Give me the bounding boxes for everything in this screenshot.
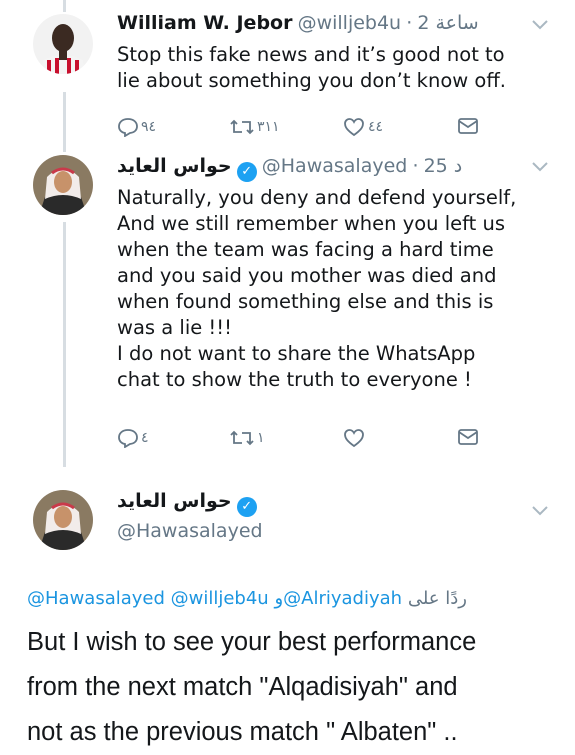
reply-button[interactable]: ٩٤: [117, 117, 156, 137]
thread-line: [63, 92, 66, 152]
thread-line: [63, 222, 66, 467]
separator-dot: ·: [412, 155, 419, 177]
verified-icon: ✓: [236, 497, 257, 517]
tweet-actions: ٩٤ ٣١١ ٤٤: [117, 117, 557, 143]
reply-icon: [118, 118, 138, 137]
retweet-icon: [230, 119, 254, 135]
like-button[interactable]: [343, 428, 365, 448]
timestamp[interactable]: 25 د: [424, 155, 463, 177]
reply-button[interactable]: ٤: [117, 428, 149, 448]
avatar[interactable]: [33, 155, 93, 215]
dm-button[interactable]: [457, 428, 479, 446]
author-handle[interactable]: @willjeb4u: [298, 12, 402, 34]
retweet-button[interactable]: ٣١١: [229, 117, 280, 137]
reply-prefix: ردًا على: [407, 588, 467, 609]
reply-count: ٤: [141, 430, 149, 446]
author-name[interactable]: حواس العايد: [117, 490, 232, 512]
dm-button[interactable]: [457, 117, 479, 135]
separator-dot: ·: [406, 12, 413, 34]
author-name[interactable]: William W. Jebor: [117, 12, 292, 34]
like-count: ٤٤: [368, 119, 384, 135]
tweet-text: Naturally, you deny and defend yourself,…: [117, 186, 517, 391]
like-icon: [344, 429, 364, 448]
thread-line: [63, 0, 66, 12]
like-button[interactable]: ٤٤: [343, 117, 383, 137]
retweet-count: ٣١١: [257, 119, 280, 135]
retweet-count: ١: [257, 430, 265, 446]
reply-to-handles[interactable]: @Hawasalayed @willjeb4u و@Alriyadiyah: [27, 588, 402, 609]
tweet-text: Stop this fake news and it’s good not to…: [117, 43, 506, 92]
dm-icon: [458, 118, 478, 134]
dm-icon: [458, 429, 478, 445]
reply-count: ٩٤: [141, 119, 157, 135]
author-name[interactable]: حواس العايد: [117, 155, 232, 177]
reply-icon: [118, 429, 138, 448]
verified-icon: ✓: [236, 162, 257, 182]
tweet-text: But I wish to see your best performance …: [27, 628, 477, 746]
tweet-actions: ٤ ١: [117, 428, 557, 454]
chevron-down-icon[interactable]: [532, 14, 548, 35]
reply-context: @Hawasalayed @willjeb4u و@Alriyadiyah رد…: [27, 588, 557, 609]
avatar[interactable]: [33, 14, 93, 74]
chevron-down-icon[interactable]: [532, 500, 548, 521]
like-icon: [344, 118, 364, 137]
avatar[interactable]: [33, 490, 93, 550]
author-handle[interactable]: @Hawasalayed: [262, 155, 408, 177]
timestamp[interactable]: 2 ساعة: [417, 12, 478, 34]
chevron-down-icon[interactable]: [532, 156, 548, 177]
author-handle[interactable]: @Hawasalayed: [117, 520, 263, 542]
retweet-button[interactable]: ١: [229, 428, 265, 448]
retweet-icon: [230, 430, 254, 446]
